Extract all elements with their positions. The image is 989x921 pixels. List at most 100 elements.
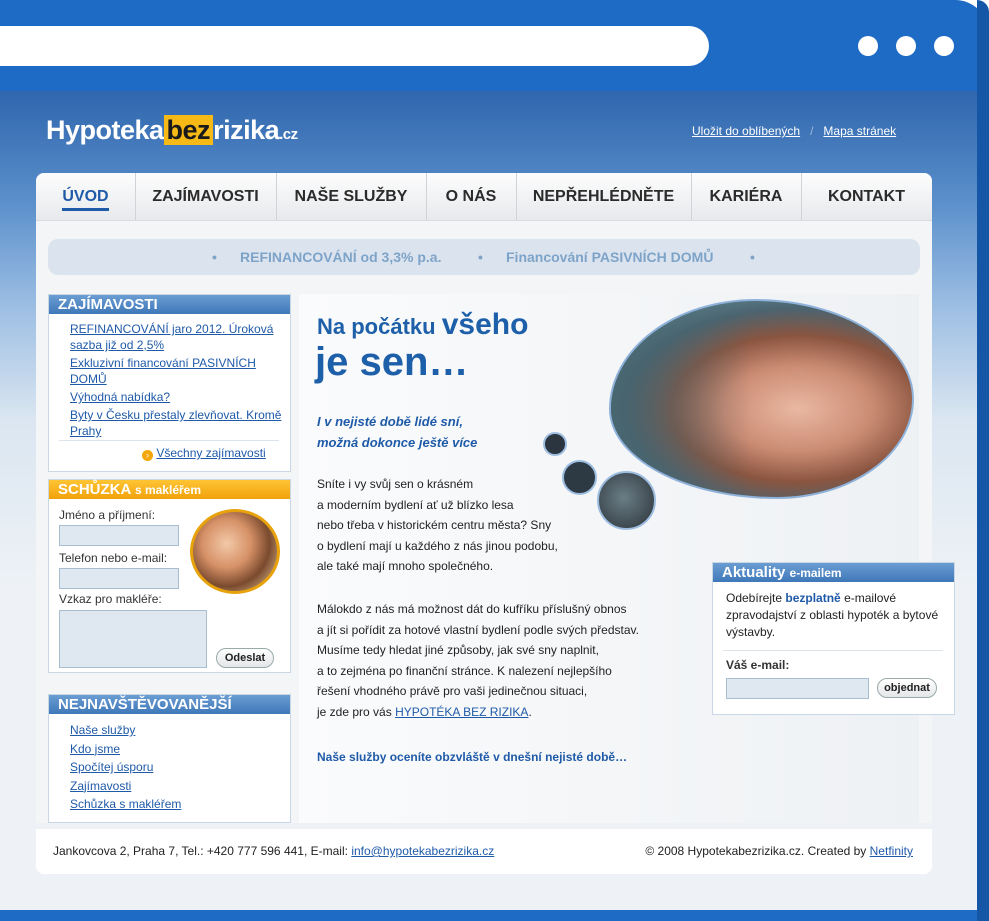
separator: / <box>810 124 814 138</box>
paragraph-line: nebo třeba v historickém centru města? S… <box>317 518 552 533</box>
popular-box-title: NEJNAVŠTĚVOVANĚJŠÍ <box>49 695 290 714</box>
all-news: › Všechny zajímavosti <box>142 446 266 461</box>
divider <box>59 440 279 441</box>
paragraph-line: řešení vhodného právě pro vaši jedinečno… <box>317 684 588 699</box>
services-cta[interactable]: Naše služby oceníte obzvláště v dnešní n… <box>317 750 627 764</box>
paragraph-1: Sníte i vy svůj sen o krásném a moderním… <box>317 474 558 577</box>
text: Odebírejte <box>726 591 783 605</box>
news-box: ZAJÍMAVOSTI REFINANCOVÁNÍ jaro 2012. Úro… <box>48 294 291 472</box>
window-dot-1[interactable] <box>858 36 878 56</box>
logo-tld: .cz <box>279 126 298 143</box>
email-field[interactable] <box>726 678 869 699</box>
dreaming-woman-image <box>609 299 914 499</box>
logo-part-1: Hypoteka <box>46 115 164 145</box>
promo-passive-houses[interactable]: Financování PASIVNÍCH DOMŮ <box>506 239 713 275</box>
broker-avatar <box>190 509 280 594</box>
tagline: I v nejisté době lidé sní, možná dokonce… <box>317 411 477 453</box>
newsletter-text: Odebírejte bezplatně e-mailové zpravodaj… <box>726 590 941 641</box>
footer-copyright: © 2008 Hypotekabezrizika.cz. Created by … <box>645 829 913 874</box>
heading-big: všeho <box>441 308 529 341</box>
web-page: Hypoteka bez rizika.cz Uložit do oblíbenýc… <box>0 91 977 910</box>
content-card: ÚVOD ZAJÍMAVOSTI NAŠE SLUŽBY O NÁS NEPŘE… <box>36 173 955 823</box>
tagline-line-2: možná dokonce ještě více <box>317 435 478 450</box>
footer: Jankovcova 2, Praha 7, Tel.: +420 777 59… <box>36 829 932 874</box>
logo-part-2: bez <box>163 115 214 145</box>
promo-bar: • REFINANCOVÁNÍ od 3,3% p.a. • Financová… <box>48 239 920 275</box>
newsletter-title-main: Aktuality <box>722 564 786 581</box>
nav-uvod[interactable]: ÚVOD <box>36 173 136 220</box>
popular-item[interactable]: Naše služby <box>70 722 181 739</box>
promo-refinance[interactable]: REFINANCOVÁNÍ od 3,3% p.a. <box>240 239 441 275</box>
paragraph-line: Málokdo z nás má možnost dát do kufříku … <box>317 602 627 616</box>
hair-shade <box>611 301 751 497</box>
popular-item[interactable]: Spočítej úsporu <box>70 759 181 776</box>
paragraph-line: a jít si pořídit za hotové vlastní bydle… <box>317 622 639 637</box>
nav-zajimavosti[interactable]: ZAJÍMAVOSTI <box>135 173 277 220</box>
sitemap-link[interactable]: Mapa stránek <box>823 124 896 138</box>
meeting-box: SCHŮZKA s makléřem Jméno a příjmení: Tel… <box>48 479 291 673</box>
bubble-medium <box>562 460 597 495</box>
popular-list: Naše služby Kdo jsme Spočítej úsporu Zaj… <box>70 722 181 815</box>
popular-item[interactable]: Kdo jsme <box>70 741 181 758</box>
text: . <box>528 704 532 719</box>
top-links: Uložit do oblíbených / Mapa stránek <box>692 124 896 138</box>
meeting-title-sub: s makléřem <box>134 483 201 497</box>
nav-o-nas[interactable]: O NÁS <box>426 173 517 220</box>
heading-line-1: Na počátku všeho <box>317 308 528 342</box>
paragraph-line: Musíme tedy hledat jiné způsoby, jak své… <box>317 643 599 658</box>
nav-kariera[interactable]: KARIÉRA <box>691 173 802 220</box>
footer-address: Jankovcova 2, Praha 7, Tel.: +420 777 59… <box>53 829 494 874</box>
contact-field[interactable] <box>59 568 179 589</box>
window-dot-2[interactable] <box>896 36 916 56</box>
paragraph-line: Sníte i vy svůj sen o krásném <box>317 477 474 491</box>
paragraph-line: a to zejména po finanční stránce. K nale… <box>317 663 612 678</box>
news-item[interactable]: Byty v Česku přestaly zlevňovat. Kromě P… <box>70 407 285 439</box>
nav-nase-sluzby[interactable]: NAŠE SLUŽBY <box>276 173 427 220</box>
news-item[interactable]: Výhodná nabídka? <box>70 389 285 405</box>
frame-edge <box>977 0 989 921</box>
address-bar[interactable] <box>0 26 709 66</box>
footer-email-link[interactable]: info@hypotekabezrizika.cz <box>351 844 494 858</box>
name-field[interactable] <box>59 525 179 546</box>
contact-label: Telefon nebo e-mail: <box>59 551 168 565</box>
window-dot-3[interactable] <box>934 36 954 56</box>
company-link[interactable]: HYPOTÉKA BEZ RIZIKA <box>395 705 528 719</box>
creator-link[interactable]: Netfinity <box>870 844 913 858</box>
bubble-small <box>543 432 567 456</box>
text: © 2008 Hypotekabezrizika.cz. Created by <box>645 844 867 858</box>
heading-line-2: je sen… <box>315 340 469 384</box>
paragraph-line: a moderním bydlení ať už blízko lesa <box>317 497 514 512</box>
news-item[interactable]: REFINANCOVÁNÍ jaro 2012. Úroková sazba j… <box>70 321 285 353</box>
text: je zde pro vás <box>317 704 392 719</box>
browser-frame: Hypoteka bez rizika.cz Uložit do oblíbenýc… <box>0 0 989 921</box>
subscribe-button[interactable]: objednat <box>877 678 937 698</box>
bookmark-link[interactable]: Uložit do oblíbených <box>692 124 800 138</box>
newsletter-title-sub: e-mailem <box>789 566 842 580</box>
tagline-line-1: I v nejisté době lidé sní, <box>317 414 463 429</box>
divider <box>723 650 943 651</box>
promo-bullet: • <box>478 249 483 265</box>
text-bold: bezplatně <box>785 591 841 605</box>
site-logo[interactable]: Hypoteka bez rizika.cz <box>46 115 298 146</box>
popular-item[interactable]: Zajímavosti <box>70 778 181 795</box>
meeting-title-main: SCHŮZKA <box>58 481 131 498</box>
logo-part-3: rizika <box>213 115 280 145</box>
meeting-box-title: SCHŮZKA s makléřem <box>49 480 290 499</box>
nav-kontakt[interactable]: KONTAKT <box>801 173 932 220</box>
heading-small: Na počátku <box>317 314 436 339</box>
promo-bullet: • <box>750 249 755 265</box>
name-label: Jméno a příjmení: <box>59 508 156 522</box>
popular-box: NEJNAVŠTĚVOVANĚJŠÍ Naše služby Kdo jsme … <box>48 694 291 823</box>
promo-bullet: • <box>212 249 217 265</box>
news-box-title: ZAJÍMAVOSTI <box>49 295 290 314</box>
send-button[interactable]: Odeslat <box>216 648 274 668</box>
paragraph-line: o bydlení mají u každého z nás jinou pod… <box>317 538 558 553</box>
paragraph-line: ale také mají mnoho společného. <box>317 559 494 574</box>
text: Jankovcova 2, Praha 7, Tel.: +420 777 59… <box>53 844 348 858</box>
nav-neprehlednete[interactable]: NEPŘEHLÉDNĚTE <box>516 173 692 220</box>
news-item[interactable]: Exkluzivní financování PASIVNÍCH DOMŮ <box>70 355 285 387</box>
email-label: Váš e-mail: <box>726 658 790 672</box>
message-textarea[interactable] <box>59 610 207 668</box>
popular-item[interactable]: Schůzka s makléřem <box>70 796 181 813</box>
all-news-link[interactable]: Všechny zajímavosti <box>156 446 265 460</box>
